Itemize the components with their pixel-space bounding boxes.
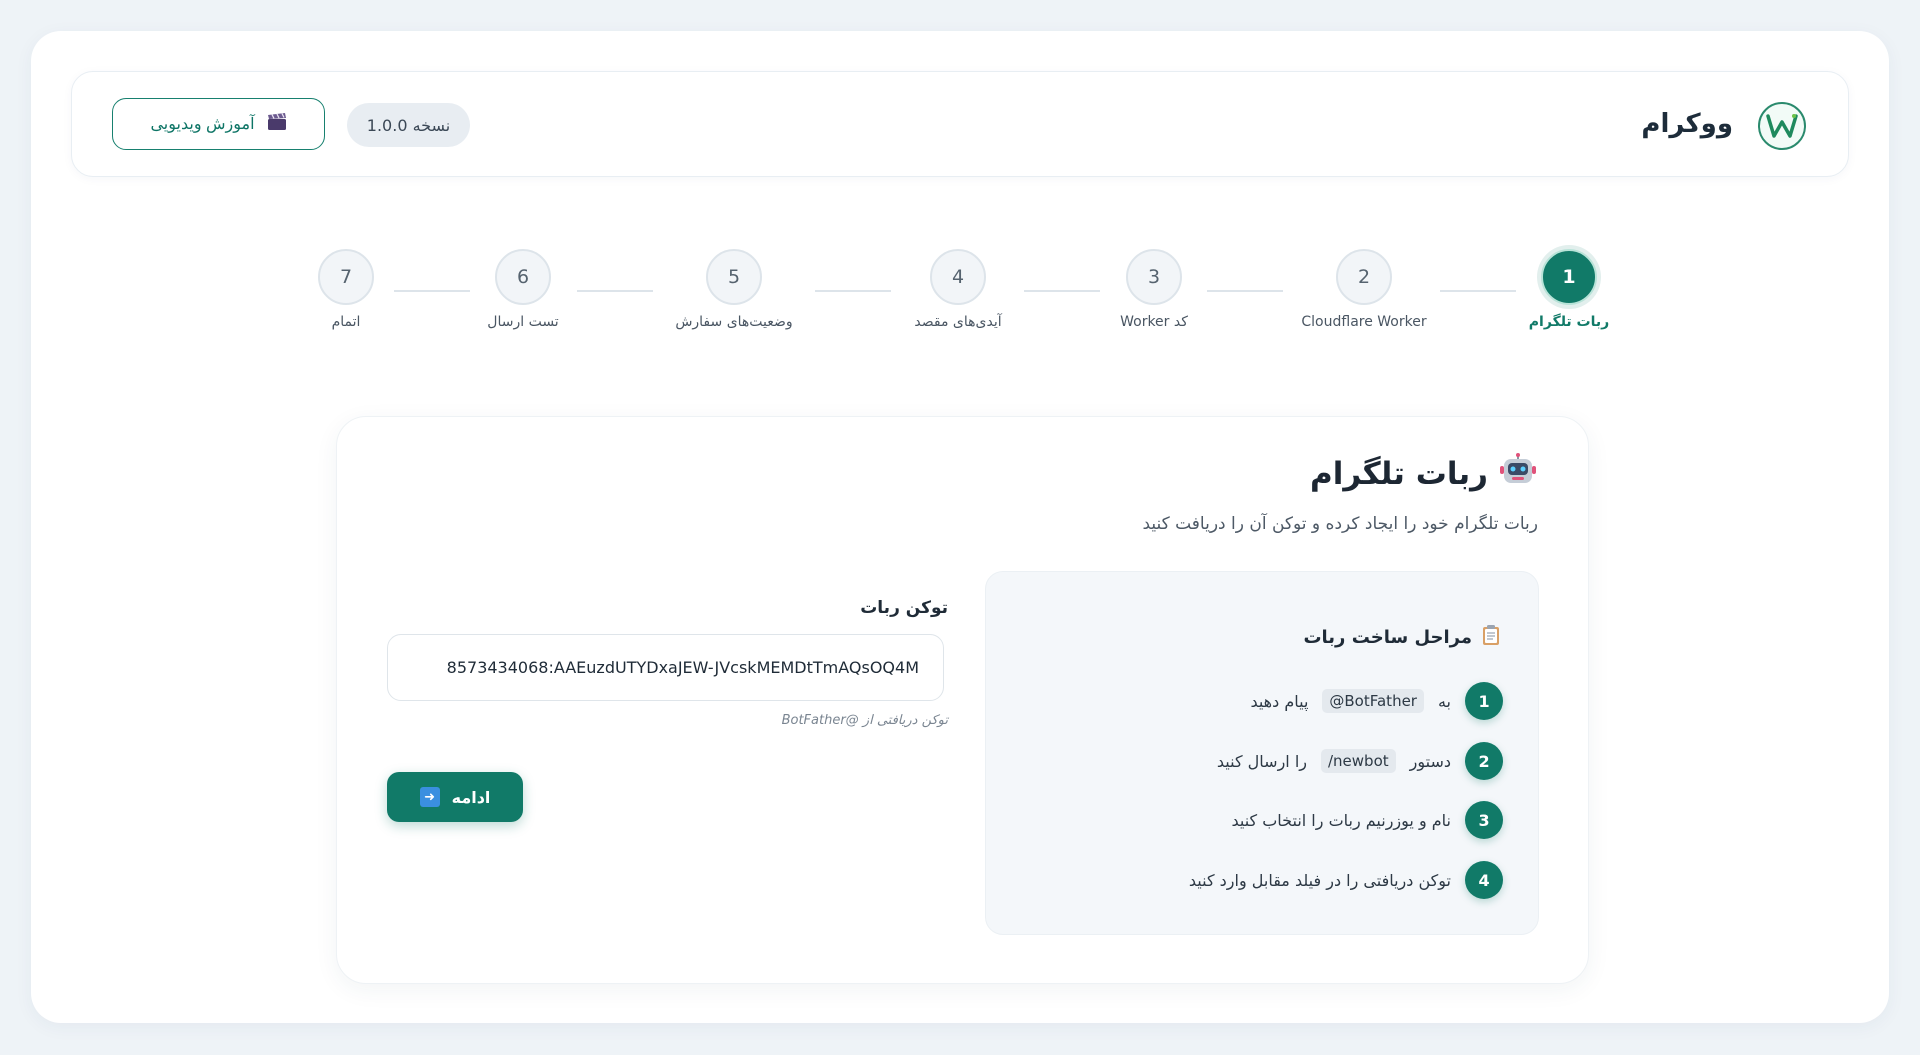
arrow-right-icon: ➜ [419,787,440,807]
token-field-hint: توکن دریافتی از @BotFather [781,713,948,728]
instruction-number: 2 [1465,742,1503,780]
step-7-circle[interactable]: 7 [318,249,374,305]
instruction-item-3: 3 نام و یوزرنیم ربات را انتخاب کنید [1231,801,1503,839]
instruction-item-1: 1 به @BotFather پیام دهید [1250,682,1503,720]
instruction-text: دستور [1409,751,1451,771]
instructions-box: مراحل ساخت ربات 1 به @BotFather پیام دهی… [985,571,1539,935]
instruction-item-2: 2 دستور /newbot را ارسال کنید [1217,742,1503,780]
step-2-label: Cloudflare Worker [1301,314,1427,330]
telegram-bot-card: ربات تلگرام ربات تلگرام خود را ایجاد کرد… [336,416,1589,984]
step-7-label: اتمام [331,314,361,330]
step-4-label: آیدی‌های مقصد [914,314,1002,330]
step-3-label: کد Worker [1120,314,1188,330]
instruction-text: توکن دریافتی را در فیلد مقابل وارد کنید [1188,870,1451,890]
step-4-circle[interactable]: 4 [930,249,986,305]
instruction-item-4: 4 توکن دریافتی را در فیلد مقابل وارد کنی… [1189,861,1503,899]
step-connector [394,290,470,292]
app-container: ووکرام نسخه 1.0.0 آموزش ویدیویی 1 ربات ت… [31,31,1889,1023]
code-snippet: /newbot [1321,749,1396,773]
step-5-label: وضعیت‌های سفارش [675,314,793,330]
step-5-circle[interactable]: 5 [706,249,762,305]
token-field-label: توکن ربات [860,598,948,618]
code-snippet: @BotFather [1322,689,1424,713]
clipboard-icon [1482,624,1500,651]
step-2-circle[interactable]: 2 [1336,249,1392,305]
wizard-stepper: 1 ربات تلگرام 2 Cloudflare Worker 3 کد W… [31,31,1889,351]
page-title: ربات تلگرام [1310,453,1536,495]
step-connector [1207,290,1283,292]
instruction-text: را ارسال کنید [1216,751,1307,771]
instructions-title: مراحل ساخت ربات [1303,624,1500,651]
instruction-number: 3 [1465,801,1503,839]
step-connector [1024,290,1100,292]
continue-button[interactable]: ادامه ➜ [387,772,523,822]
instruction-text: پیام دهید [1250,691,1309,711]
step-6-label: تست ارسال [487,314,559,330]
step-connector [1440,290,1516,292]
page-title-text: ربات تلگرام [1309,456,1488,492]
instruction-number: 4 [1465,861,1503,899]
step-1-label: ربات تلگرام [1528,314,1610,330]
bot-token-input[interactable] [387,634,944,701]
instruction-number: 1 [1465,682,1503,720]
step-connector [815,290,891,292]
instruction-text: نام و یوزرنیم ربات را انتخاب کنید [1231,810,1451,830]
page-subtitle: ربات تلگرام خود را ایجاد کرده و توکن آن … [1142,514,1538,534]
step-6-circle[interactable]: 6 [495,249,551,305]
instructions-title-text: مراحل ساخت ربات [1303,627,1472,648]
step-3-circle[interactable]: 3 [1126,249,1182,305]
robot-icon [1500,453,1536,495]
step-connector [577,290,653,292]
instruction-text: به [1437,691,1451,711]
step-1-circle[interactable]: 1 [1541,249,1597,305]
continue-button-label: ادامه [451,787,491,807]
